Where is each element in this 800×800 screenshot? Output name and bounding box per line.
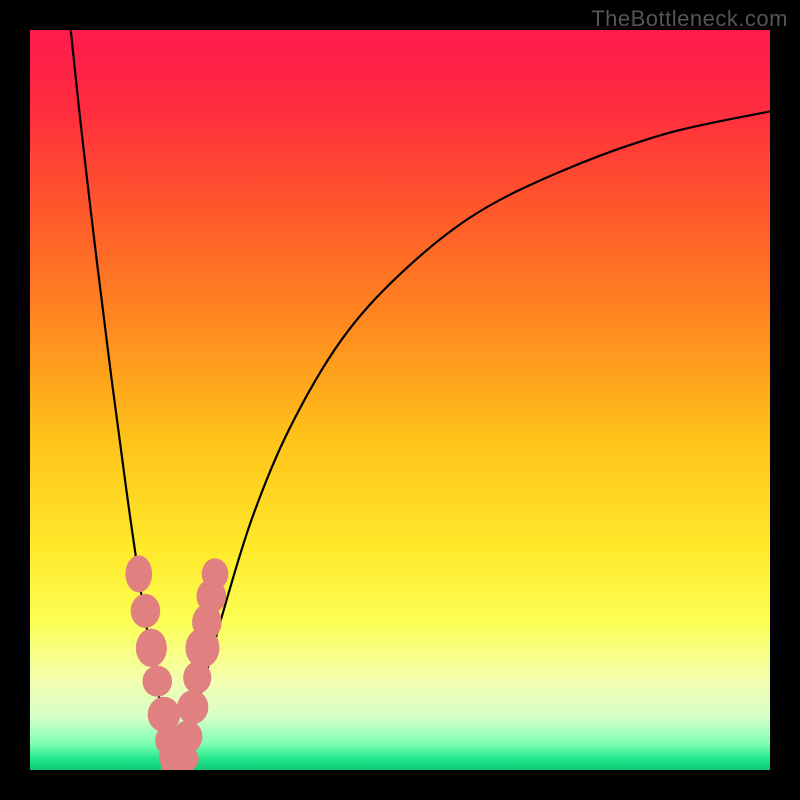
highlight-dot bbox=[202, 558, 229, 589]
chart-svg bbox=[30, 30, 770, 770]
highlight-dot bbox=[177, 690, 208, 724]
outer-frame: TheBottleneck.com bbox=[0, 0, 800, 800]
plot-area bbox=[30, 30, 770, 770]
highlight-dot bbox=[173, 720, 203, 753]
watermark-text: TheBottleneck.com bbox=[591, 6, 788, 32]
highlight-dot bbox=[131, 594, 161, 628]
highlight-dot bbox=[142, 666, 172, 697]
highlight-dot bbox=[125, 555, 152, 592]
highlight-dot bbox=[136, 629, 167, 667]
